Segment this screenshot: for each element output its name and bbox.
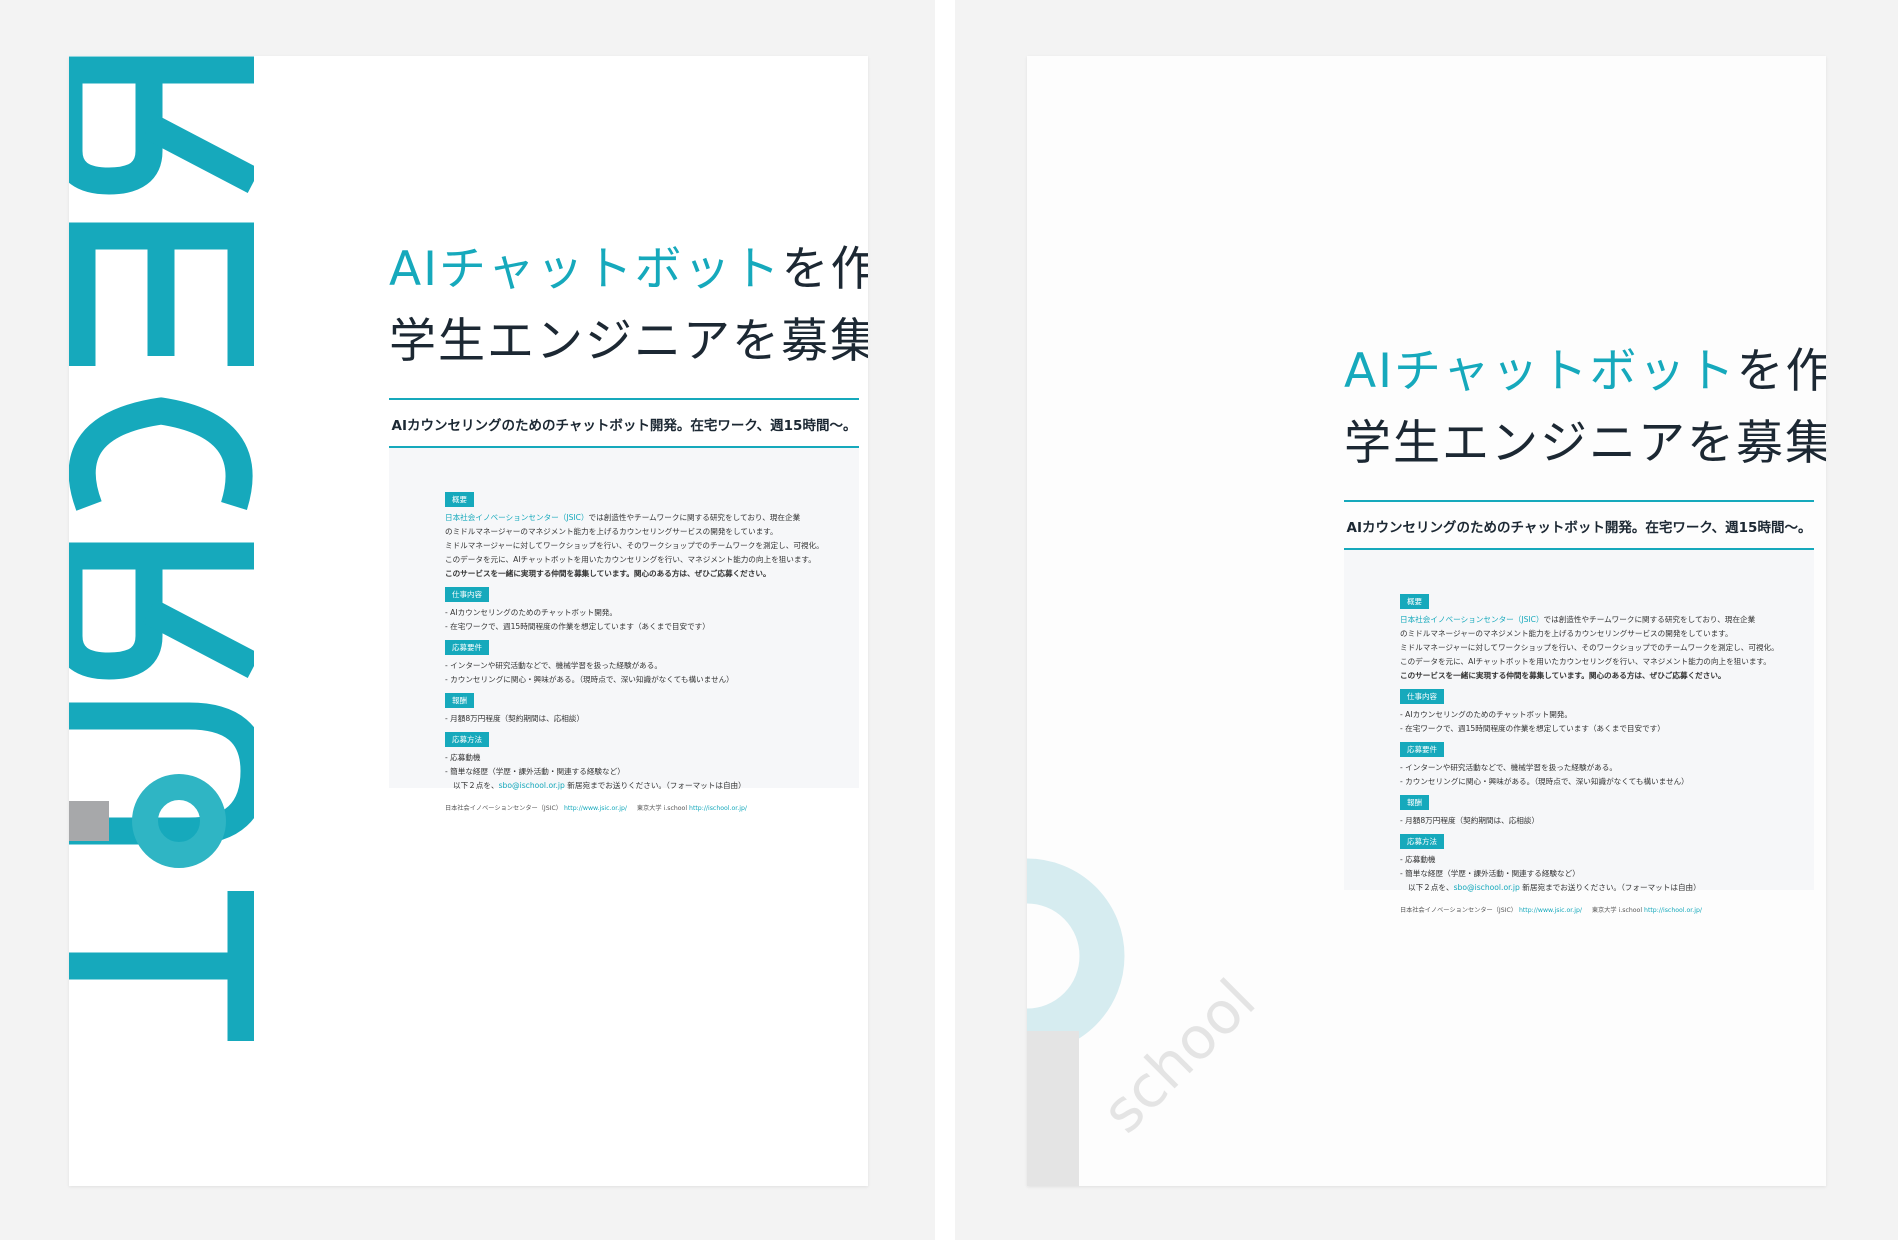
jsic-link[interactable]: 日本社会イノベーションセンター（JSIC） bbox=[445, 513, 589, 522]
tag-pay: 報酬 bbox=[445, 693, 474, 708]
apply-line1: - 応募動機 bbox=[445, 753, 481, 762]
job-line1: - AIカウンセリングのためのチャットボット開発。 bbox=[445, 608, 617, 617]
overview-line2: のミドルマネージャーのマネジメント能力を上げるカウンセリングサービスの開発をして… bbox=[445, 527, 778, 536]
poster-content: AIチャットボットを作る 学生エンジニアを募集。 AIカウンセリングのためのチャ… bbox=[389, 234, 868, 812]
tag-job: 仕事内容 bbox=[445, 587, 489, 602]
ischool-url-link-right[interactable]: http://ischool.or.jp/ bbox=[1644, 907, 1702, 914]
jsic-url-link[interactable]: http://www.jsic.or.jp/ bbox=[564, 805, 627, 812]
title-accent: AIチャットボット bbox=[389, 242, 782, 297]
tag-requirements: 応募要件 bbox=[445, 640, 489, 655]
apply-line2: - 簡単な経歴（学歴・課外活動・関連する経験など） bbox=[445, 767, 625, 776]
poster-subtitle-right: AIカウンセリングのためのチャットボット開発。在宅ワーク、週15時間〜。 bbox=[1346, 520, 1812, 536]
info-box: 概要 日本社会イノベーションセンター（JSIC）では創造性やチームワークに関する… bbox=[389, 448, 859, 812]
page-divider bbox=[935, 0, 955, 1240]
requirements-line1: - インターンや研究活動などで、機械学習を扱った経験がある。 bbox=[445, 661, 662, 670]
info-box-right: 概要 日本社会イノベーションセンター（JSIC）では創造性やチームワークに関する… bbox=[1344, 550, 1814, 914]
job-line2: - 在宅ワークで、週15時間程度の作業を想定しています（あくまで目安です） bbox=[445, 622, 710, 631]
poster-title-right: AIチャットボットを作る 学生エンジニアを募集。 bbox=[1344, 344, 1826, 471]
tag-apply: 応募方法 bbox=[445, 732, 489, 747]
overview-line1: 日本社会イノベーションセンター（JSIC）では創造性やチームワークに関する研究を… bbox=[445, 513, 801, 522]
recruit-gray-block bbox=[69, 801, 109, 841]
jsic-link-right[interactable]: 日本社会イノベーションセンター（JSIC） bbox=[1400, 615, 1544, 624]
tag-overview: 概要 bbox=[445, 492, 474, 507]
pay-line1: - 月額8万円程度（契約期間は、応相談） bbox=[445, 714, 585, 723]
poster-title: AIチャットボットを作る 学生エンジニアを募集。 bbox=[389, 234, 868, 378]
poster-page-right: AIチャットボットを作る 学生エンジニアを募集。 AIカウンセリングのためのチャ… bbox=[1027, 56, 1826, 1186]
requirements-line2: - カウンセリングに関心・興味がある。（現時点で、深い知識がなくても構いません） bbox=[445, 675, 734, 684]
title-rest: を作る bbox=[781, 242, 868, 297]
overview-line3: ミドルマネージャーに対してワークショップを行い、そのワークショップでのチームワー… bbox=[445, 541, 824, 550]
footer-credits: 日本社会イノベーションセンター（JSIC） http://www.jsic.or… bbox=[445, 805, 747, 812]
overview-line4: このデータを元に、AIチャットボットを用いたカウンセリングを行い、マネジメント能… bbox=[445, 555, 816, 564]
poster-subtitle: AIカウンセリングのためのチャットボット開発。在宅ワーク、週15時間〜。 bbox=[391, 418, 857, 434]
email-link-right[interactable]: sbo@ischool.or.jp bbox=[1454, 883, 1520, 892]
title-line2: 学生エンジニアを募集。 bbox=[389, 314, 868, 369]
ischool-url-link[interactable]: http://ischool.or.jp/ bbox=[689, 805, 747, 812]
poster-page-left: AIチャットボットを作る 学生エンジニアを募集。 AIカウンセリングのためのチャ… bbox=[69, 56, 868, 1186]
apply-line3: 以下２点を、sbo@ischool.or.jp 新居宛までお送りください。（フォ… bbox=[453, 781, 746, 790]
overview-line5: このサービスを一緒に実現する仲間を募集しています。関心のある方は、ぜひご応募くだ… bbox=[445, 569, 771, 578]
email-link[interactable]: sbo@ischool.or.jp bbox=[499, 781, 565, 790]
recruit-vertical-text bbox=[69, 56, 254, 1186]
ischool-watermark: school bbox=[1027, 856, 1327, 1186]
jsic-url-link-right[interactable]: http://www.jsic.or.jp/ bbox=[1519, 907, 1582, 914]
poster-content-right: AIチャットボットを作る 学生エンジニアを募集。 AIカウンセリングのためのチャ… bbox=[1344, 336, 1826, 914]
